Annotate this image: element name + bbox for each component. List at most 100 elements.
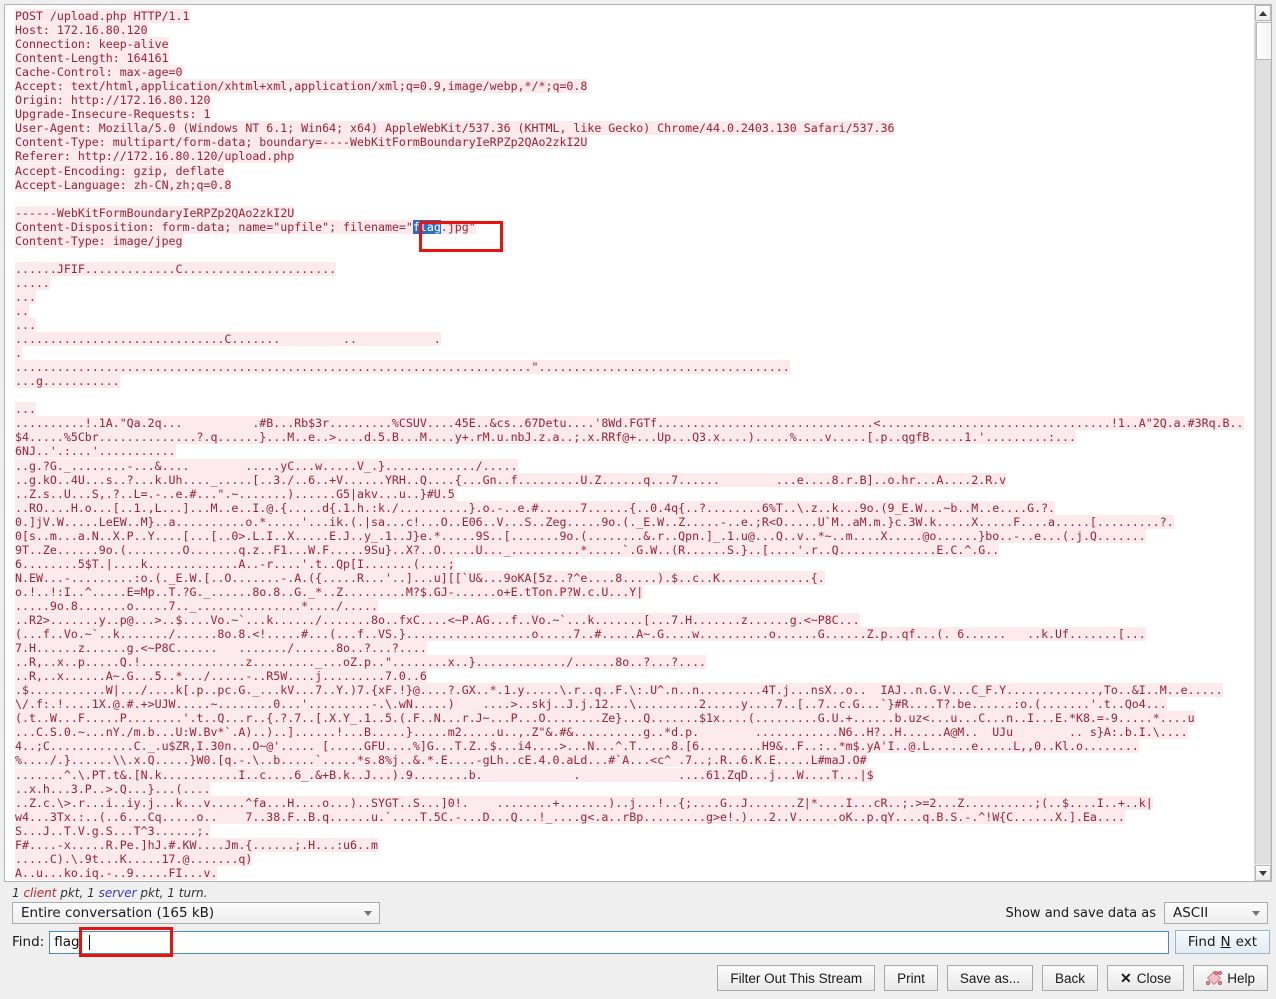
stream-payload-line: 9T..Ze......9o.(........O.......q.z..F1.…: [15, 542, 1000, 557]
stream-text-area[interactable]: POST /upload.php HTTP/1.1 Host: 172.16.80…: [5, 5, 1254, 881]
print-button[interactable]: Print: [884, 965, 938, 991]
stream-header-line: Referer: http://172.16.80.120/upload.php: [15, 149, 295, 164]
scrollbar-thumb[interactable]: [1256, 22, 1271, 60]
conversation-select[interactable]: Entire conversation (165 kB): [12, 902, 380, 924]
stream-header-line: Host: 172.16.80.120: [15, 23, 148, 38]
stream-payload-line: 0[s..m...a.N..X.P..Y....[...[..0>.L.I..X…: [15, 528, 1146, 543]
stream-payload-line: $4.....%5Cbr..............?.q......}...M…: [15, 430, 1076, 445]
stream-payload-line: .$...........W|.../....k[.p..pc.G._...kV…: [15, 683, 1223, 698]
stream-payload-line: ...: [15, 289, 36, 304]
stream-payload-line: w4...3Tx.:..(..6...Cq.....o.. 7..38.F..B…: [15, 809, 1125, 824]
stream-payload-line: .....: [15, 275, 50, 290]
stream-header-line: Content-Type: multipart/form-data; bound…: [15, 135, 588, 150]
encoding-select[interactable]: ASCII: [1164, 902, 1268, 924]
stream-payload-line: S...J..T.V.g.S...T^3......;.: [15, 823, 211, 838]
stream-header-line: Accept: text/html,application/xhtml+xml,…: [15, 79, 588, 94]
stream-payload-line: \/.f:.!....1X.@.#.+>UJW.....~........0..…: [15, 697, 1167, 712]
stream-payload-line: (.t..W...F.....P........'.t..Q...r..{.?.…: [15, 711, 1195, 726]
close-button[interactable]: ✕ Close: [1106, 965, 1185, 991]
status-client-word: client: [23, 886, 57, 900]
stream-payload-line: .....9o.8.......o.....7.._..............…: [15, 598, 378, 613]
stream-payload-line: ...: [15, 402, 36, 417]
stream-payload-line: ...g...........: [15, 374, 120, 389]
stream-header-line: POST /upload.php HTTP/1.1: [15, 9, 190, 23]
stream-payload-line: 0.]jV.W.....LeEW..M}..a..........o.*....…: [15, 514, 1174, 529]
stream-options-row: Entire conversation (165 kB) Show and sa…: [0, 901, 1276, 925]
chevron-down-icon: [1259, 870, 1267, 876]
stream-payload-line: o.!..!:I..^.....E=Mp..T.?G._......8o.8..…: [15, 584, 644, 599]
stream-payload-line: ..R,..x..p.....Q.!...............z......…: [15, 655, 707, 670]
find-next-button[interactable]: Find Next: [1174, 930, 1270, 954]
stream-payload-line: ..R2>.......y..p@...>..$....Vo.~`...k...…: [15, 613, 860, 628]
stream-payload-line: ..g.kO..4U...s..?...k.Uh...._.....[..3./…: [15, 472, 1007, 487]
scroll-up-button[interactable]: [1255, 5, 1271, 21]
help-button-label: Help: [1227, 970, 1255, 986]
stream-payload-line: ...C.S.0.~...nY./m.b...U:W.Bv*`.A)..)..]…: [15, 725, 1188, 740]
stream-header-line: Accept-Encoding: gzip, deflate: [15, 163, 225, 178]
status-prefix: 1: [12, 886, 24, 900]
close-icon: ✕: [1119, 970, 1132, 986]
stream-header-line: Content-Length: 164161: [15, 51, 169, 66]
encoding-select-value: ASCII: [1173, 905, 1209, 921]
stream-header-line: Accept-Language: zh-CN,zh;q=0.8: [15, 177, 232, 192]
show-save-group: Show and save data as ASCII: [1005, 902, 1268, 924]
close-button-label: Close: [1136, 970, 1172, 986]
chevron-down-icon: [1247, 910, 1265, 916]
text-caret: [89, 934, 91, 950]
stream-payload-line: (...f..Vo.~`..k......./......8o.8.<!....…: [15, 627, 1146, 642]
stream-payload-line: ..........!.1A."Qa.2q... .#B...Rb$3r....…: [15, 416, 1244, 431]
stream-header-line: Upgrade-Insecure-Requests: 1: [15, 107, 211, 122]
stream-payload-line: ........................................…: [15, 360, 790, 375]
stream-payload-line: ..x.h...3.P..>.Q...}...(....: [15, 781, 211, 796]
dialog-button-row: Filter Out This Stream Print Save as... …: [0, 959, 1276, 991]
stream-header-line: Cache-Control: max-age=0: [15, 65, 183, 80]
content-disposition-line: Content-Disposition: form-data; name="up…: [15, 219, 476, 234]
status-mid: pkt, 1: [56, 886, 99, 900]
chevron-down-icon: [359, 910, 377, 916]
stream-payload-line: 7.H......z......g.<~P8C...... ......./..…: [15, 641, 427, 656]
find-label: Find:: [12, 934, 45, 950]
stream-payload-line: ..............................C....... .…: [15, 332, 441, 347]
stream-payload-line: ...: [15, 318, 36, 333]
conversation-select-value: Entire conversation (165 kB): [21, 905, 215, 921]
stream-payload-line: A..u...ko.iq.-..9.....FI...v.: [15, 865, 218, 880]
save-as-button[interactable]: Save as...: [946, 965, 1033, 991]
stream-vertical-scrollbar[interactable]: [1254, 5, 1271, 881]
stream-payload-line: ..Z.s..U...S,.?..L=.-..e.#...".~.......)…: [15, 486, 455, 501]
stream-payload-line: N.EW...-.........:o.(._E.W.[..O.......-.…: [15, 570, 825, 585]
scroll-down-button[interactable]: [1255, 865, 1271, 881]
stream-content-panel: POST /upload.php HTTP/1.1 Host: 172.16.80…: [4, 4, 1272, 882]
stream-payload-line: ..R,..x......A~.G...5..*.../.....-..R5W.…: [15, 669, 427, 684]
find-next-pre: Find: [1187, 934, 1216, 950]
find-input-wrapper: [49, 926, 1169, 957]
back-button[interactable]: Back: [1041, 965, 1098, 991]
show-save-label: Show and save data as: [1005, 905, 1156, 921]
stream-payload-line: 6........5$T.|....k.............A..-r...…: [15, 556, 455, 571]
stream-header-line: User-Agent: Mozilla/5.0 (Windows NT 6.1;…: [15, 121, 895, 136]
find-next-post: ext: [1235, 934, 1257, 950]
status-suffix: pkt, 1 turn.: [136, 886, 208, 900]
stream-payload-line: .....C).\.9t...K.....17.@.......q): [15, 851, 253, 866]
scrollbar-track[interactable]: [1255, 22, 1271, 864]
follow-tcp-stream-dialog: POST /upload.php HTTP/1.1 Host: 172.16.80…: [0, 0, 1276, 999]
packet-summary-status: 1 client pkt, 1 server pkt, 1 turn.: [0, 882, 1276, 901]
chevron-up-icon: [1259, 10, 1267, 16]
help-button[interactable]: Help: [1193, 965, 1268, 991]
stream-line-blank: [15, 248, 1254, 262]
stream-header-line: Origin: http://172.16.80.120: [15, 93, 211, 108]
stream-payload-line: .......^.\.PT.t&.[N.k...........I..c....…: [15, 767, 874, 782]
find-row: Find: Find Next: [0, 925, 1276, 957]
stream-header-line: Connection: keep-alive: [15, 37, 169, 52]
find-input[interactable]: [49, 930, 1169, 954]
find-next-mnemonic: N: [1220, 934, 1231, 950]
stream-payload-line: F#....-x.....R.Pe.]hJ.#.KW....Jm.{......…: [15, 837, 378, 852]
stream-payload-line: ..g.?G._........-...&.... .....yC...w...…: [15, 458, 518, 473]
filter-out-this-stream-button[interactable]: Filter Out This Stream: [717, 965, 876, 991]
stream-payload-line: 4..;C............C._.u$ZR,I.30n...O~@'..…: [15, 739, 1139, 754]
stream-payload-line: 6NJ..'.:...'...........: [15, 444, 176, 459]
stream-line-blank: [15, 388, 1254, 402]
stream-payload-line: .: [15, 346, 22, 361]
selected-filename-text: flag: [412, 219, 441, 234]
wireshark-logo-icon: [1206, 970, 1223, 986]
stream-boundary-line: ------WebKitFormBoundaryIeRPZp2QAo2zkI2U: [15, 205, 295, 220]
